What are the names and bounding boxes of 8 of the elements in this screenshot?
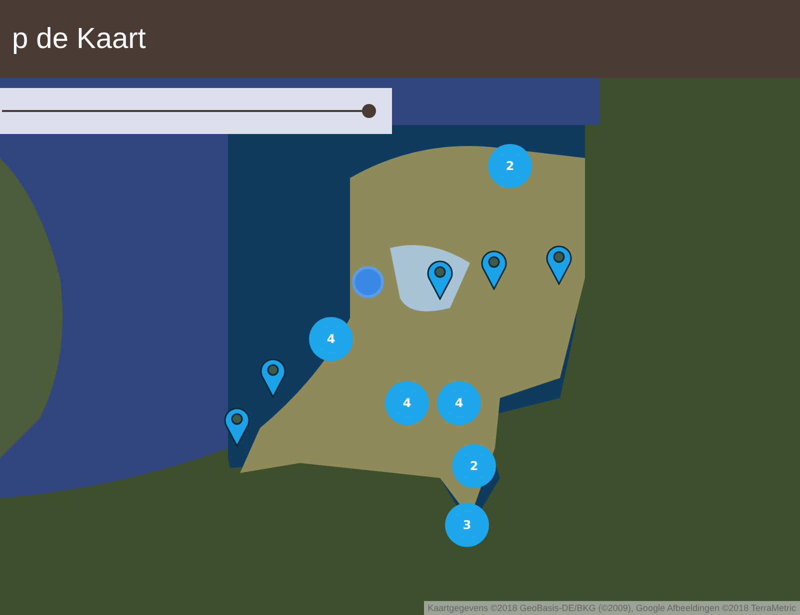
slider-thumb[interactable] [362, 104, 376, 118]
map-pin-icon[interactable] [427, 260, 453, 300]
map-pin-icon[interactable] [260, 358, 286, 398]
page-title: p de Kaart [12, 22, 146, 56]
map-pin-icon[interactable] [546, 245, 572, 285]
map-pin-icon[interactable] [224, 407, 250, 447]
map-attribution: Kaartgegevens ©2018 GeoBasis-DE/BKG (©2009), Google Afbeeldingen ©2018 TerraMetric [424, 601, 800, 615]
map-pin-icon[interactable] [481, 250, 507, 290]
